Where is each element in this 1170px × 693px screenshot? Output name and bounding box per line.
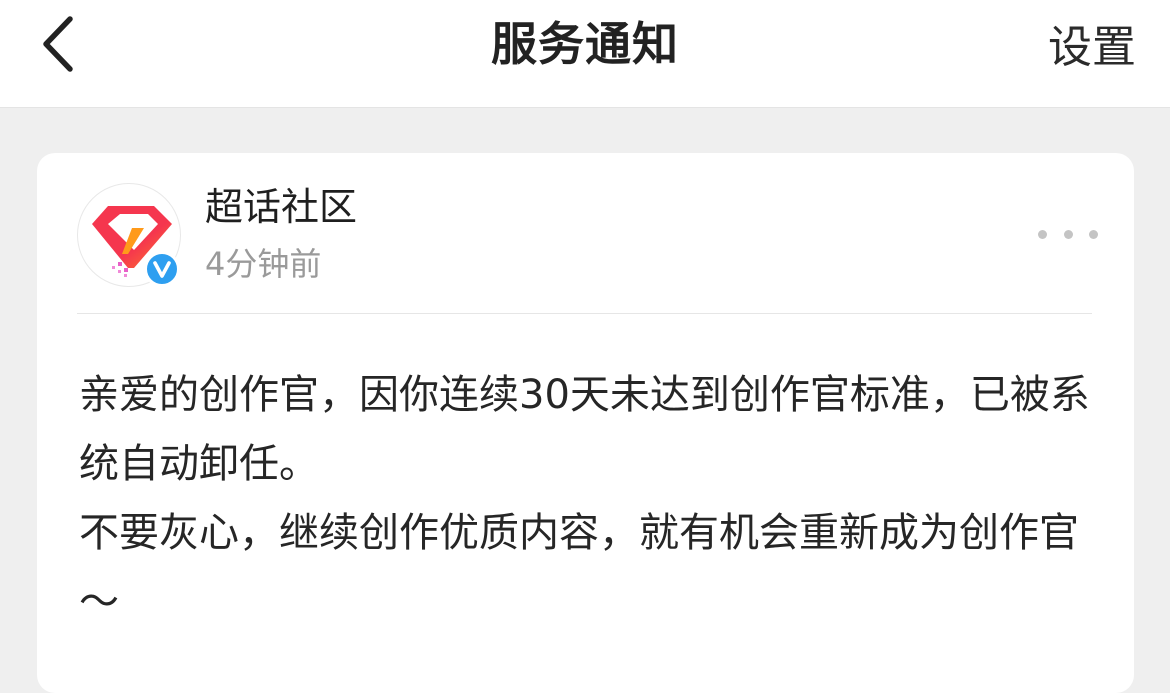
divider xyxy=(77,313,1092,314)
more-button[interactable] xyxy=(1038,219,1098,249)
verified-v-icon xyxy=(144,251,180,287)
more-dots-icon xyxy=(1089,229,1098,239)
message-body: 亲爱的创作官，因你连续30天未达到创作官标准，已被系统自动卸任。 不要灰心，继续… xyxy=(79,361,1109,637)
timestamp: 4分钟前 xyxy=(205,245,322,283)
message-paragraph: 亲爱的创作官，因你连续30天未达到创作官标准，已被系统自动卸任。 xyxy=(79,372,1090,487)
settings-button[interactable]: 设置 xyxy=(1048,20,1136,76)
chevron-left-icon xyxy=(43,16,73,72)
more-dots-icon xyxy=(1038,229,1047,239)
navigation-bar: 服务通知 设置 xyxy=(0,0,1170,108)
message-paragraph: 不要灰心，继续创作优质内容，就有机会重新成为创作官～ xyxy=(79,510,1079,625)
page-title: 服务通知 xyxy=(491,17,679,71)
sender-name[interactable]: 超话社区 xyxy=(205,183,357,231)
back-button[interactable] xyxy=(28,10,88,78)
notification-card: 超话社区 4分钟前 亲爱的创作官，因你连续30天未达到创作官标准，已被系统自动卸… xyxy=(37,153,1134,693)
more-dots-icon xyxy=(1063,229,1073,239)
